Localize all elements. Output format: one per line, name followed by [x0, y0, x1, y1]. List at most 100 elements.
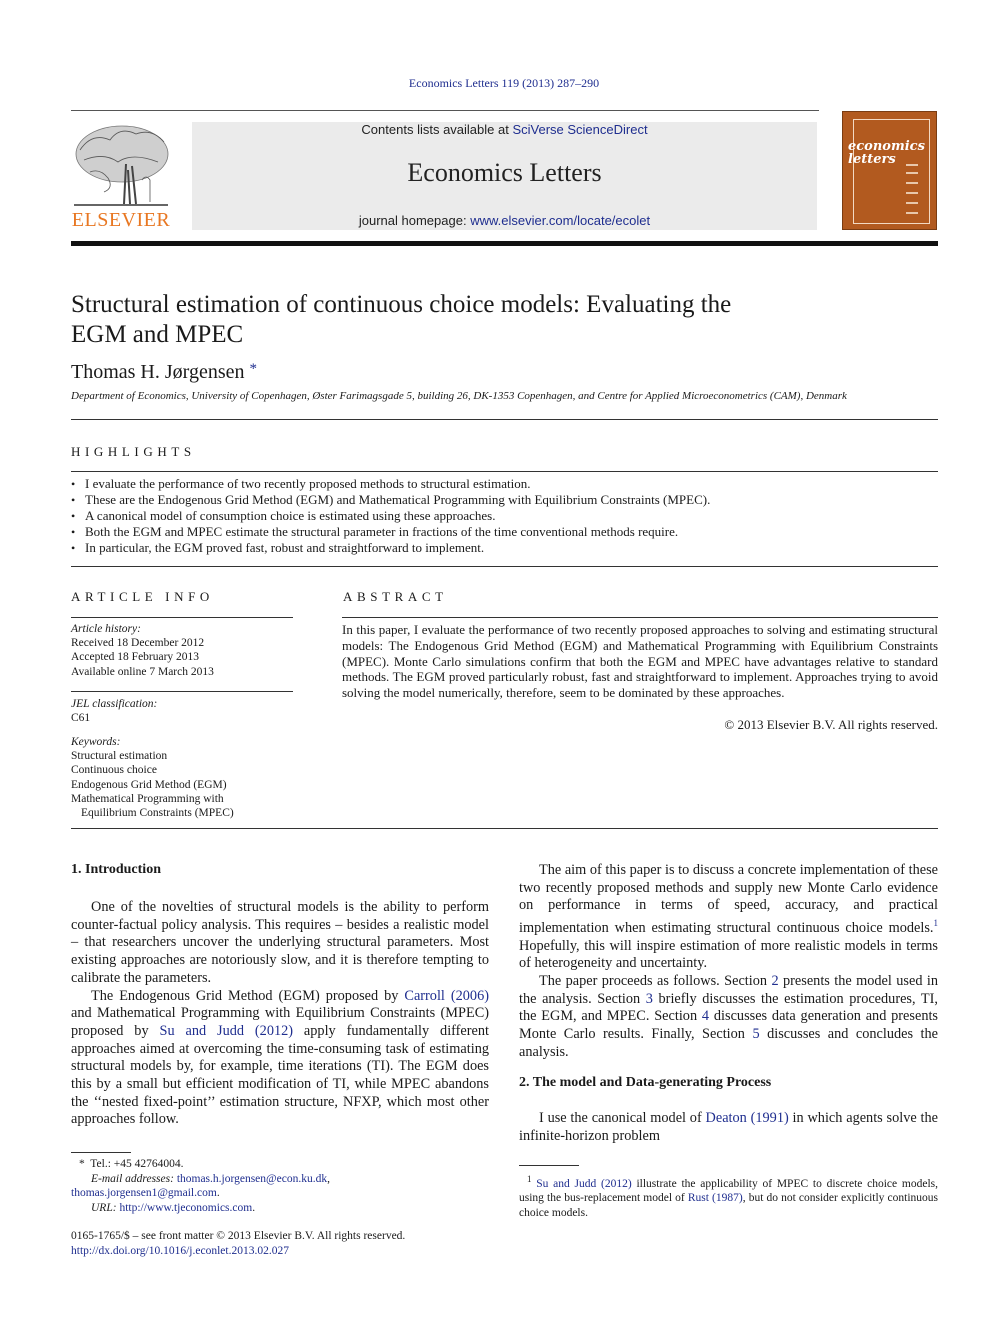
email-link-2[interactable]: thomas.jorgensen1@gmail.com: [71, 1187, 217, 1199]
paper-title: Structural estimation of continuous choi…: [71, 290, 851, 350]
keywords-label: Keywords:: [71, 736, 121, 748]
highlights-heading: HIGHLIGHTS: [71, 444, 196, 459]
highlights-list: • I evaluate the performance of two recen…: [71, 476, 938, 556]
title-line-1: Structural estimation of continuous choi…: [71, 291, 732, 318]
author-line: Thomas H. Jørgensen *: [71, 361, 257, 384]
homepage-prefix: journal homepage:: [358, 213, 471, 228]
corresponding-author-mark[interactable]: *: [250, 361, 258, 377]
section-link-4[interactable]: 4: [702, 1008, 709, 1024]
abstract-copyright: © 2013 Elsevier B.V. All rights reserved…: [724, 717, 938, 732]
issn-line: 0165-1765/$ – see front matter © 2013 El…: [71, 1230, 406, 1242]
section-heading-introduction: 1. Introduction: [71, 862, 161, 877]
highlight-text: In particular, the EGM proved fast, robu…: [85, 540, 485, 555]
cover-decoration: [906, 192, 918, 194]
introduction-body: One of the novelties of structural model…: [71, 899, 489, 1129]
model-intro-paragraph: I use the canonical model of Deaton (199…: [519, 1110, 938, 1145]
highlight-item: • I evaluate the performance of two recen…: [71, 476, 938, 492]
url-label: URL:: [91, 1201, 117, 1214]
doi-link[interactable]: http://dx.doi.org/10.1016/j.econlet.2013…: [71, 1245, 289, 1257]
bullet-icon: •: [71, 509, 76, 523]
text: The aim of this paper is to discuss a co…: [519, 862, 938, 936]
rule: [71, 566, 938, 567]
footnote-1: 1 Su and Judd (2012) illustrate the appl…: [519, 1172, 938, 1220]
highlight-text: A canonical model of consumption choice …: [85, 508, 496, 523]
section-link-3[interactable]: 3: [646, 991, 653, 1007]
rule: [71, 691, 293, 692]
keyword: Continuous choice: [71, 764, 157, 777]
cover-frame: [853, 119, 930, 224]
paragraph: The aim of this paper is to discuss a co…: [519, 862, 938, 973]
tree-icon: [74, 125, 169, 206]
sciencedirect-link[interactable]: SciVerse ScienceDirect: [512, 122, 647, 137]
section-heading-model: 2. The model and Data-generating Process: [519, 1075, 772, 1090]
cover-decoration: [906, 164, 918, 166]
cover-decoration: [906, 182, 918, 184]
rule: [71, 828, 938, 829]
footnote-rule: [71, 1152, 131, 1153]
citation-link-carroll-2006[interactable]: Carroll (2006): [404, 988, 489, 1004]
text: The Endogenous Grid Method (EGM) propose…: [91, 987, 405, 1004]
citation-link-su-judd-2012[interactable]: Su and Judd (2012): [160, 1023, 294, 1039]
right-column-body: The aim of this paper is to discuss a co…: [519, 862, 938, 1062]
contents-prefix: Contents lists available at: [361, 122, 513, 137]
online-date: Available online 7 March 2013: [71, 665, 214, 678]
footnote-ref-1[interactable]: 1: [934, 918, 939, 928]
text: I use the canonical model of: [539, 1110, 706, 1126]
abstract-heading: ABSTRACT: [343, 589, 448, 604]
front-matter: 0165-1765/$ – see front matter © 2013 El…: [71, 1229, 571, 1258]
highlight-item: • Both the EGM and MPEC estimate the stru…: [71, 524, 938, 540]
bullet-icon: •: [71, 493, 76, 507]
jel-code: C61: [71, 712, 91, 725]
email-label: E-mail addresses:: [91, 1172, 174, 1185]
citation-link-deaton-1991[interactable]: Deaton (1991): [706, 1110, 789, 1126]
rule: [71, 617, 293, 618]
cover-decoration: [906, 202, 918, 204]
cover-title-line-2: letters: [848, 152, 896, 167]
keyword: Endogenous Grid Method (EGM): [71, 778, 227, 791]
text: Hopefully, this will inspire estimation …: [519, 937, 938, 972]
keyword-continuation: Equilibrium Constraints (MPEC): [81, 807, 234, 820]
author-footnote: * Tel.: +45 42764004. E-mail addresses: …: [71, 1158, 330, 1214]
keyword: Structural estimation: [71, 750, 168, 763]
bullet-icon: •: [71, 541, 76, 555]
highlight-text: Both the EGM and MPEC estimate the struc…: [85, 524, 679, 539]
author-affiliation: Department of Economics, University of C…: [71, 390, 847, 402]
accepted-date: Accepted 18 February 2013: [71, 651, 200, 664]
highlight-item: • A canonical model of consumption choice…: [71, 508, 938, 524]
elsevier-logo[interactable]: ELSEVIER: [70, 120, 172, 232]
section-link-5[interactable]: 5: [752, 1026, 759, 1042]
bullet-icon: •: [71, 525, 76, 539]
email-link-1[interactable]: thomas.h.jorgensen@econ.ku.dk: [177, 1173, 327, 1185]
paragraph: The paper proceeds as follows. Section 2…: [519, 973, 938, 1062]
footnote-number: 1: [527, 1174, 532, 1184]
title-line-2: EGM and MPEC: [71, 321, 244, 348]
rule: [342, 617, 938, 618]
highlight-item: • In particular, the EGM proved fast, rob…: [71, 540, 938, 556]
citation-link-su-judd-2012[interactable]: Su and Judd (2012): [536, 1178, 631, 1190]
section-link-2[interactable]: 2: [771, 973, 778, 989]
journal-reference-link[interactable]: Economics Letters 119 (2013) 287–290: [0, 76, 992, 91]
telephone: Tel.: +45 42764004.: [90, 1158, 184, 1170]
article-info-heading: ARTICLE INFO: [71, 589, 214, 604]
cover-decoration: [906, 212, 918, 214]
journal-cover-thumbnail[interactable]: economics letters: [842, 111, 937, 230]
author-name: Thomas H. Jørgensen: [71, 361, 245, 383]
bullet-icon: •: [71, 477, 76, 491]
footnote-star-mark: *: [79, 1158, 85, 1170]
jel-classification: JEL classification: C61: [71, 697, 157, 725]
journal-header-banner: Contents lists available at SciVerse Sci…: [192, 122, 817, 230]
journal-homepage-line: journal homepage: www.elsevier.com/locat…: [192, 213, 817, 228]
journal-homepage-link[interactable]: www.elsevier.com/locate/ecolet: [470, 213, 650, 228]
jel-label: JEL classification:: [71, 698, 158, 710]
rule: [71, 419, 938, 420]
contents-availability-line: Contents lists available at SciVerse Sci…: [192, 122, 817, 137]
cover-title: economics letters: [848, 140, 925, 166]
text: The paper proceeds as follows. Section: [539, 972, 772, 989]
journal-name: Economics Letters: [407, 158, 602, 187]
keywords-block: Keywords: Structural estimation Continuo…: [71, 735, 234, 820]
homepage-url-link[interactable]: http://www.tjeconomics.com: [119, 1202, 252, 1214]
paragraph: One of the novelties of structural model…: [71, 899, 489, 986]
citation-link-rust-1987[interactable]: Rust (1987): [688, 1192, 743, 1204]
header-thick-rule: [71, 241, 938, 246]
highlight-item: • These are the Endogenous Grid Method (E…: [71, 492, 938, 508]
